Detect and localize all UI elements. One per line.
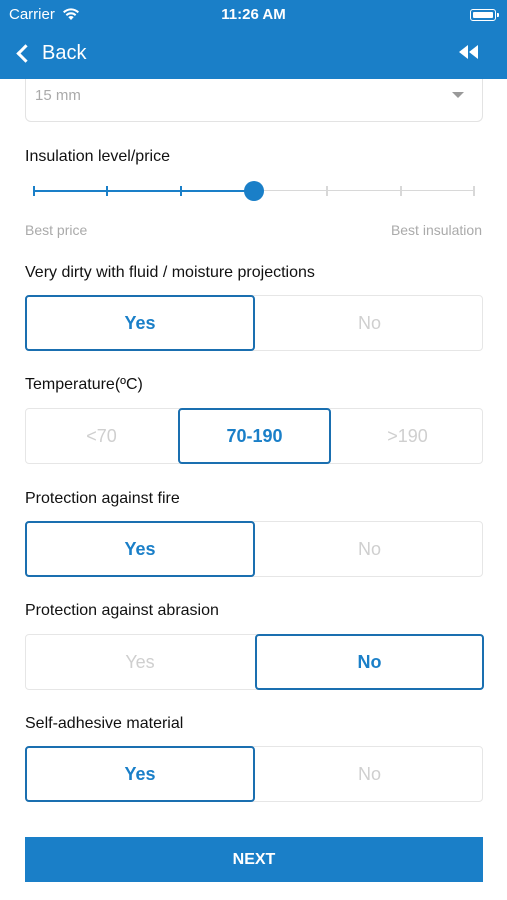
slider-tick: [33, 186, 35, 196]
question-label-dirty: Very dirty with fluid / moisture project…: [25, 264, 315, 281]
slider-tick: [106, 186, 109, 196]
question-label-self-adhesive: Self-adhesive material: [25, 715, 184, 732]
slider-track-filled: [34, 190, 254, 192]
option-no[interactable]: No: [255, 295, 484, 351]
question-label-abrasion: Protection against abrasion: [25, 602, 219, 619]
option-70-190[interactable]: 70-190: [178, 408, 331, 464]
next-button[interactable]: NEXT: [25, 837, 483, 882]
battery-icon: [470, 9, 499, 21]
thickness-value: 15 mm: [35, 87, 81, 104]
slider-tick: [179, 186, 182, 196]
segmented-self-adhesive: Yes No: [25, 746, 483, 802]
status-bar: Carrier 11:26 AM: [0, 4, 507, 26]
segmented-temperature: <70 70-190 >190: [25, 408, 483, 464]
option-no[interactable]: No: [255, 746, 484, 802]
chevron-left-icon: [16, 43, 35, 63]
segmented-abrasion: Yes No: [25, 634, 484, 690]
rewind-icon[interactable]: [457, 44, 481, 60]
question-label-temperature: Temperature(ºC): [25, 376, 143, 393]
thickness-select[interactable]: 15 mm: [25, 79, 483, 122]
option-no[interactable]: No: [255, 634, 484, 690]
slider-max-caption: Best insulation: [390, 222, 482, 238]
slider-tick: [399, 186, 402, 196]
slider-min-caption: Best price: [25, 222, 88, 238]
back-button[interactable]: Back: [14, 38, 86, 68]
segmented-dirty: Yes No: [25, 295, 483, 351]
back-label: Back: [42, 41, 87, 64]
option-below-70[interactable]: <70: [25, 408, 178, 464]
slider-thumb[interactable]: [244, 181, 264, 201]
option-above-190[interactable]: >190: [331, 408, 484, 464]
slider-tick: [326, 186, 329, 196]
slider-tick: [473, 186, 475, 196]
option-yes[interactable]: Yes: [25, 634, 255, 690]
insulation-slider[interactable]: [33, 180, 475, 202]
segmented-fire: Yes No: [25, 521, 483, 577]
option-yes[interactable]: Yes: [25, 521, 255, 577]
option-yes[interactable]: Yes: [25, 295, 255, 351]
nav-header: Carrier 11:26 AM Back: [0, 0, 507, 79]
option-yes[interactable]: Yes: [25, 746, 255, 802]
clock: 11:26 AM: [221, 6, 286, 23]
question-label-fire: Protection against fire: [25, 490, 180, 507]
option-no[interactable]: No: [255, 521, 484, 577]
insulation-label: Insulation level/price: [25, 148, 170, 165]
chevron-down-icon: [452, 92, 464, 98]
